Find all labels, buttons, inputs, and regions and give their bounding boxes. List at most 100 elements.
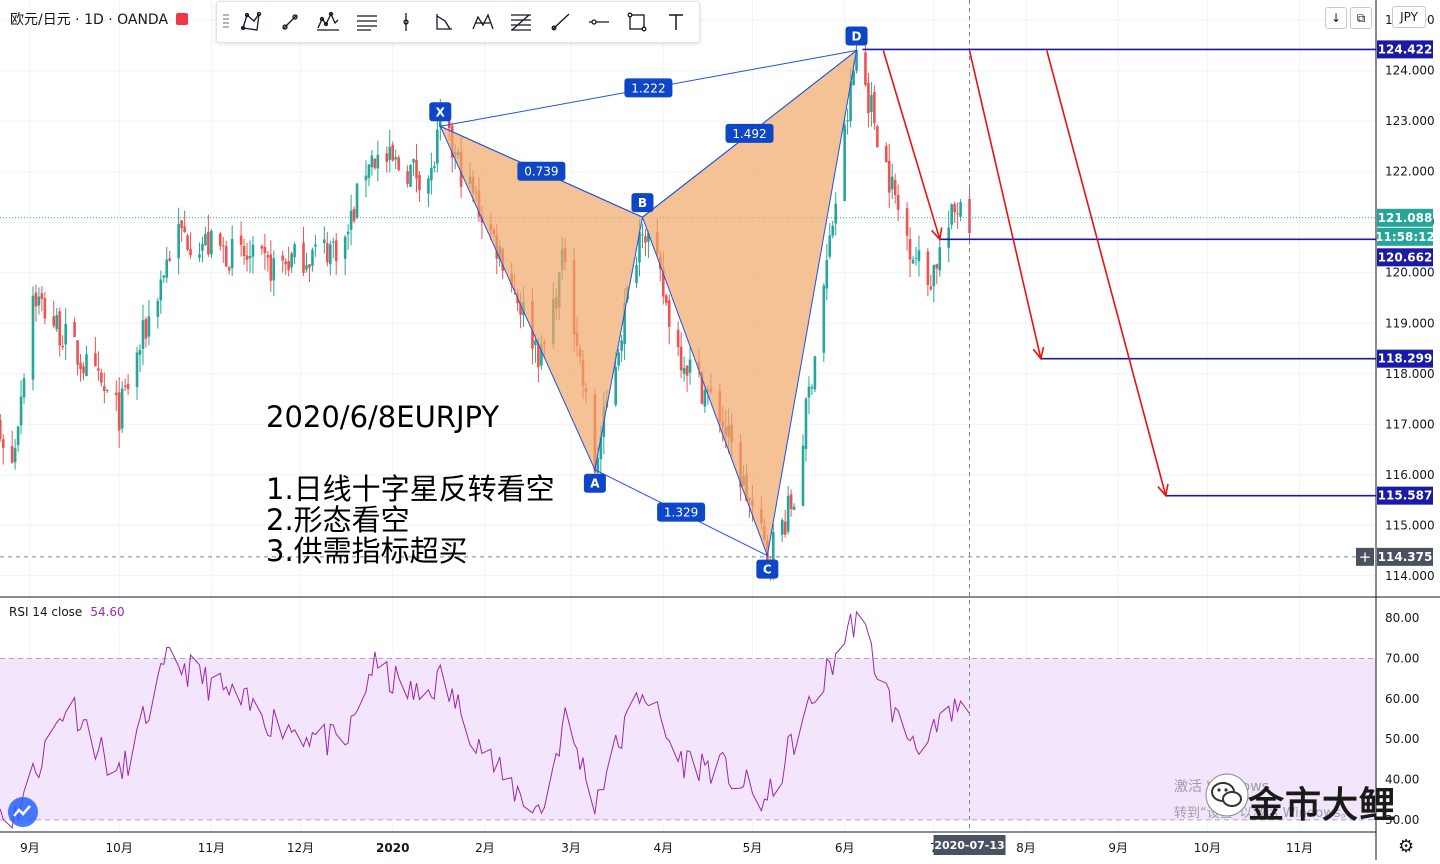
candle-body <box>269 254 273 281</box>
candle-body <box>100 372 103 383</box>
candle-body <box>703 390 707 407</box>
candle-body <box>433 166 436 169</box>
price-axis-tick: 117.000 <box>1385 417 1435 431</box>
parallel-channel-icon[interactable] <box>353 8 381 36</box>
candle-body <box>343 236 347 259</box>
ray-icon[interactable] <box>546 8 574 36</box>
text-tool-icon[interactable] <box>662 8 690 36</box>
candle-body <box>16 426 20 446</box>
candle-body <box>926 251 930 285</box>
price-badge-text: 121.088 <box>1378 211 1433 225</box>
candle-body <box>843 125 846 202</box>
candle-body <box>685 365 689 376</box>
tradingview-logo-icon[interactable] <box>8 797 38 827</box>
candle-body <box>189 248 192 256</box>
time-axis-tick: 8月 <box>1016 841 1036 855</box>
price-axis-tick: 114.000 <box>1385 569 1435 583</box>
candle-body <box>370 155 374 168</box>
symbol-title: 欧元/日元 · 1D · OANDA <box>10 12 169 28</box>
candle-body <box>22 378 26 398</box>
rsi-value: 54.60 <box>90 605 125 619</box>
price-badge: 120.662 <box>1377 248 1433 267</box>
note-line-3: 3.供需指标超买 <box>266 534 468 568</box>
pattern-point-d: D <box>845 26 868 46</box>
candle-body <box>786 495 790 532</box>
rsi-axis-tick: 60.00 <box>1385 692 1419 706</box>
candle-body <box>938 247 942 271</box>
candle-body <box>373 158 377 169</box>
rectangle-icon[interactable] <box>623 8 651 36</box>
symbol-legend: 欧元/日元 · 1D · OANDA <box>10 9 189 29</box>
pattern-point-label: A <box>590 477 600 491</box>
candle-body <box>123 385 127 387</box>
candle-body <box>10 446 14 463</box>
candle-body <box>822 285 826 353</box>
candle-body <box>328 244 332 265</box>
candle-body <box>355 183 359 218</box>
candle-body <box>331 241 335 243</box>
trend-line-icon[interactable] <box>276 8 304 36</box>
candle-body <box>876 126 879 148</box>
price-axis-tick: 124.000 <box>1385 64 1435 78</box>
candle-body <box>430 167 433 181</box>
candle-body <box>932 264 936 287</box>
time-axis-tick: 2020 <box>376 841 409 855</box>
crosshair-plus-button[interactable]: + <box>1356 547 1374 566</box>
candle-body <box>224 246 228 267</box>
candle-body <box>141 320 145 349</box>
settings-gear-icon[interactable]: ⚙ <box>1398 836 1414 857</box>
candle-body <box>260 245 264 249</box>
target-arrow <box>968 50 1042 359</box>
candle-body <box>281 255 285 261</box>
candle-body <box>334 240 338 262</box>
chart-area[interactable]: 0.739 1.329 1.492 1.222 X A B C D 114.000 115.000 1… <box>0 0 1440 860</box>
time-axis-tick: 2月 <box>475 841 495 855</box>
candle-body <box>82 366 85 374</box>
candle-body <box>227 267 231 271</box>
candle-body <box>804 398 808 449</box>
horizontal-line-icon[interactable] <box>585 8 613 36</box>
candle-body <box>314 244 317 247</box>
ratio-xb: 0.739 <box>517 161 566 181</box>
xabcd-pattern-icon[interactable] <box>237 8 265 36</box>
candle-body <box>667 300 671 327</box>
drag-grip-icon[interactable] <box>223 14 229 30</box>
candle-body <box>85 354 88 377</box>
candle-body <box>287 261 290 271</box>
candle-body <box>204 234 207 245</box>
fib-retracement-icon[interactable] <box>507 8 535 36</box>
candle-body <box>266 255 270 258</box>
candle-body <box>308 264 311 268</box>
price-badge: 124.422 <box>1377 40 1433 59</box>
time-axis-tick: 11月 <box>198 841 225 855</box>
candle-body <box>959 202 962 217</box>
rsi-title: RSI 14 close <box>9 605 83 619</box>
candle-body <box>789 494 793 510</box>
candle-body <box>893 179 897 196</box>
time-axis-tick: 3月 <box>561 841 581 855</box>
price-chart[interactable]: 0.739 1.329 1.492 1.222 X A B C D 114.000 115.000 1… <box>0 0 1440 860</box>
candle-body <box>311 249 314 266</box>
time-axis-tick: 9月 <box>20 841 40 855</box>
arrow-down-button[interactable]: ↓ <box>1325 7 1347 29</box>
candle-body <box>52 316 56 327</box>
candle-body <box>168 258 172 261</box>
vertical-line-icon[interactable] <box>392 8 420 36</box>
candle-body <box>159 279 163 301</box>
candle-body <box>272 258 276 281</box>
candle-body <box>135 352 139 388</box>
currency-label[interactable]: JPY <box>1392 6 1426 28</box>
restore-button[interactable]: ⧉ <box>1350 7 1372 29</box>
candle-body <box>138 349 142 355</box>
abcd-pattern-icon[interactable] <box>430 8 458 36</box>
candle-body <box>534 340 537 346</box>
wechat-icon <box>1205 773 1249 817</box>
flag-icon[interactable] <box>176 13 189 25</box>
candle-body <box>76 340 79 365</box>
cursor-date-badge: 2020-07-13 <box>933 835 1006 855</box>
candle-body <box>929 286 933 290</box>
head-shoulders-icon[interactable] <box>469 8 497 36</box>
elliott-wave-icon[interactable] <box>314 8 342 36</box>
candle-body <box>97 368 100 371</box>
note-title: 2020/6/8EURJPY <box>266 400 500 434</box>
